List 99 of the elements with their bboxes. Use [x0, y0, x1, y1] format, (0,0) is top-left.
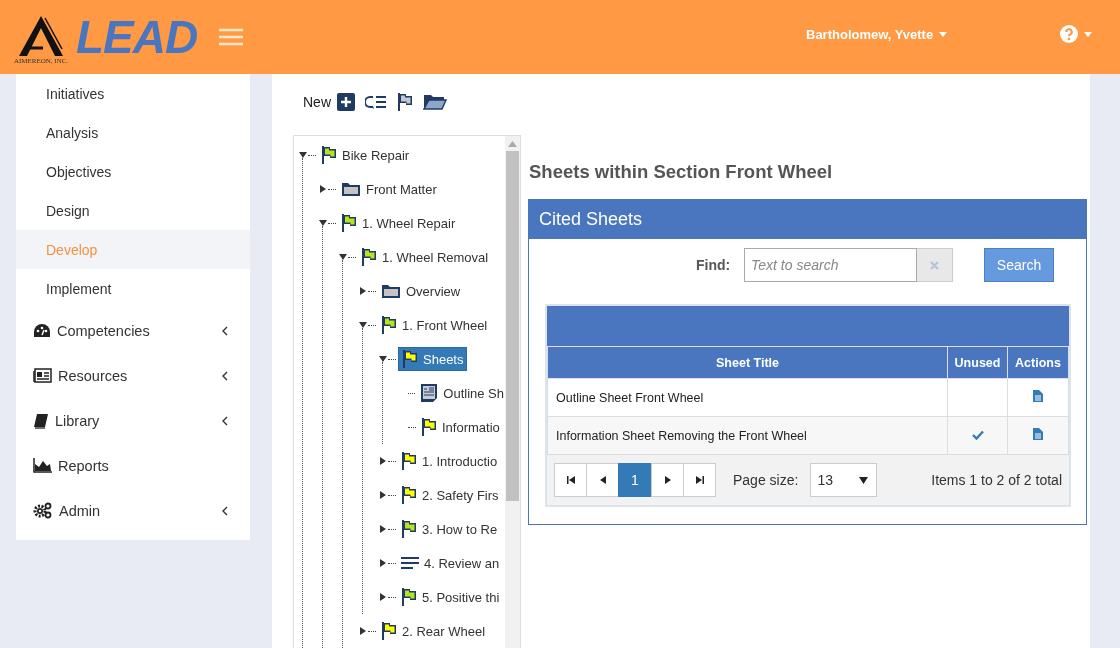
- next-page-button[interactable]: [651, 463, 684, 497]
- chevron-left-icon[interactable]: [222, 415, 228, 426]
- book-icon: [33, 412, 49, 429]
- caret-right-icon[interactable]: [379, 593, 387, 601]
- folder-icon[interactable]: [423, 93, 447, 111]
- caret-right-icon[interactable]: [379, 525, 387, 533]
- tree-item[interactable]: Outline Sh: [417, 381, 507, 405]
- caret-right-icon[interactable]: [379, 559, 387, 567]
- flag-icon: [402, 350, 418, 368]
- search-field[interactable]: Text to search: [744, 248, 917, 282]
- flag-icon: [341, 214, 357, 232]
- flag-icon: [381, 316, 397, 334]
- caret-down-icon: [939, 32, 948, 37]
- previous-page-button[interactable]: [586, 463, 619, 497]
- column-header[interactable]: Sheet Title: [547, 346, 948, 379]
- last-page-icon: [695, 476, 704, 484]
- chevron-left-icon[interactable]: [222, 325, 228, 336]
- flag-icon[interactable]: [397, 93, 413, 111]
- flag-icon: [361, 248, 377, 266]
- panel-title: Cited Sheets: [529, 200, 1086, 239]
- caret-right-icon[interactable]: [319, 185, 327, 193]
- sidebar-item[interactable]: Resources: [58, 367, 216, 384]
- sidebar-item[interactable]: Competencies: [57, 322, 216, 339]
- new-button[interactable]: New: [303, 93, 355, 111]
- table-cell: Outline Sheet Front Wheel: [547, 378, 948, 417]
- document-icon[interactable]: [1033, 390, 1043, 402]
- tree-item[interactable]: Overview: [378, 281, 464, 301]
- flag-icon: [321, 146, 337, 164]
- gears-icon: [33, 502, 53, 519]
- close-icon: [930, 260, 939, 270]
- tree-item[interactable]: Informatio: [418, 416, 503, 438]
- scrollbar[interactable]: [505, 136, 520, 648]
- tree-item[interactable]: 3. How to Re: [398, 518, 501, 540]
- table-cell: Information Sheet Removing the Front Wheel: [547, 416, 948, 455]
- first-page-icon: [566, 476, 575, 484]
- page-button[interactable]: 1: [618, 463, 652, 497]
- caret-down-icon[interactable]: [339, 253, 347, 261]
- tree-item[interactable]: 5. Positive thi: [398, 586, 503, 608]
- tree-item[interactable]: 2. Rear Wheel: [378, 620, 489, 642]
- flag-icon: [381, 622, 397, 640]
- document-icon: [420, 383, 439, 403]
- caret-right-icon[interactable]: [359, 287, 367, 295]
- column-header[interactable]: Unused: [947, 346, 1008, 379]
- sidebar-item[interactable]: Initiatives: [16, 74, 250, 113]
- sidebar-item[interactable]: Library: [55, 412, 216, 429]
- flag-icon: [401, 520, 417, 538]
- sidebar-item[interactable]: Admin: [59, 502, 216, 519]
- caret-down-icon[interactable]: [299, 151, 307, 159]
- scrollbar-thumb[interactable]: [506, 151, 519, 501]
- sidebar-item[interactable]: Implement: [16, 269, 250, 308]
- newspaper-icon: [33, 368, 52, 383]
- help-icon: [1060, 25, 1078, 43]
- tree-item[interactable]: Front Matter: [338, 179, 440, 199]
- caret-down-icon: [859, 476, 869, 484]
- undo-list-icon[interactable]: [365, 94, 387, 110]
- last-page-button[interactable]: [683, 463, 716, 497]
- caret-right-icon[interactable]: [359, 627, 367, 635]
- caret-down-icon[interactable]: [359, 321, 367, 329]
- section-title: Sheets within Section Front Wheel: [529, 161, 834, 183]
- first-page-button[interactable]: [554, 463, 587, 497]
- logo-text: LEAD: [76, 10, 198, 64]
- tree-item[interactable]: 1. Front Wheel: [378, 314, 491, 336]
- document-icon[interactable]: [1033, 428, 1043, 440]
- caret-left-icon: [599, 476, 606, 484]
- column-header[interactable]: Actions: [1007, 346, 1069, 379]
- caret-right-icon[interactable]: [379, 491, 387, 499]
- flag-icon: [401, 452, 417, 470]
- caret-down-icon: [1084, 31, 1092, 37]
- flag-icon: [421, 418, 437, 436]
- sidebar-item[interactable]: Analysis: [16, 113, 250, 152]
- dashboard-icon: [33, 322, 51, 339]
- caret-down-icon[interactable]: [319, 219, 327, 227]
- items-summary: Items 1 to 2 of 2 total: [931, 472, 1062, 488]
- tree-item[interactable]: 1. Wheel Repair: [338, 212, 459, 234]
- tree-item[interactable]: 1. Introductio: [398, 450, 501, 472]
- tree-item[interactable]: Bike Repair: [318, 144, 413, 166]
- folder-icon: [341, 181, 361, 197]
- tree-item[interactable]: 4. Review an: [398, 553, 503, 573]
- tree-item[interactable]: Sheets: [398, 347, 468, 371]
- folder-icon: [381, 283, 401, 299]
- page-size-label: Page size:: [733, 472, 799, 488]
- chevron-left-icon[interactable]: [222, 505, 228, 516]
- find-label: Find:: [696, 257, 732, 273]
- caret-right-icon: [664, 476, 671, 484]
- tree-item[interactable]: 1. Wheel Removal: [358, 246, 492, 268]
- flag-icon: [401, 588, 417, 606]
- sidebar-item[interactable]: Design: [16, 191, 250, 230]
- caret-down-icon[interactable]: [379, 355, 387, 363]
- chevron-left-icon[interactable]: [222, 370, 228, 381]
- lines-icon: [401, 556, 419, 570]
- triangle-logo-icon: [19, 15, 63, 56]
- sidebar-item[interactable]: Objectives: [16, 152, 250, 191]
- tree-item[interactable]: 2. Safety Firs: [398, 484, 502, 506]
- plus-icon: [337, 93, 355, 111]
- area-chart-icon: [33, 458, 52, 473]
- page-size-dropdown[interactable]: 13: [810, 463, 878, 497]
- caret-right-icon[interactable]: [379, 457, 387, 465]
- sidebar-item[interactable]: Reports: [58, 457, 228, 474]
- flag-icon: [401, 486, 417, 504]
